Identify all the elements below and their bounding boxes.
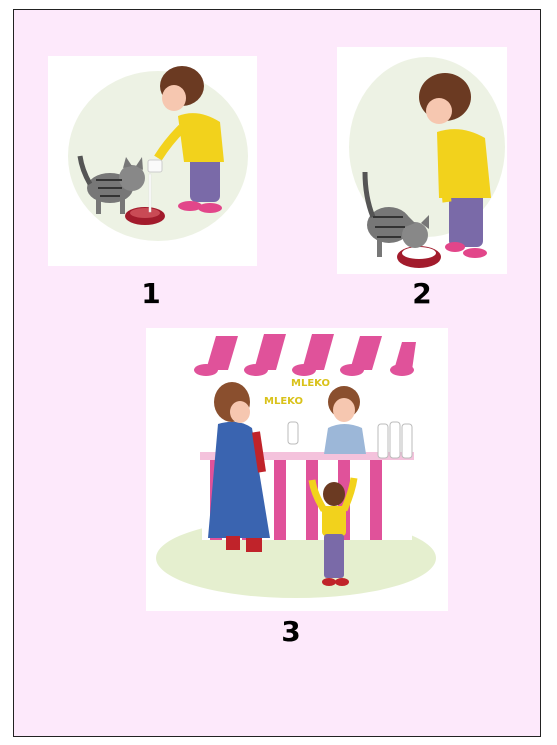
cat-drinking-milk-illustration <box>349 57 505 268</box>
picture-panel-3: MLEKO MLEKO <box>146 328 448 611</box>
picture-panel-1 <box>48 56 257 266</box>
milk-shop-illustration: MLEKO MLEKO <box>156 334 436 598</box>
shop-sign-left: MLEKO <box>264 396 303 407</box>
picture-panel-2 <box>337 47 507 274</box>
panel-number-1: 1 <box>141 277 161 310</box>
panel-number-3: 3 <box>281 615 301 648</box>
shop-sign-top: MLEKO <box>291 378 330 389</box>
girl-pouring-milk-illustration <box>68 66 248 241</box>
panel-number-2: 2 <box>412 277 432 310</box>
